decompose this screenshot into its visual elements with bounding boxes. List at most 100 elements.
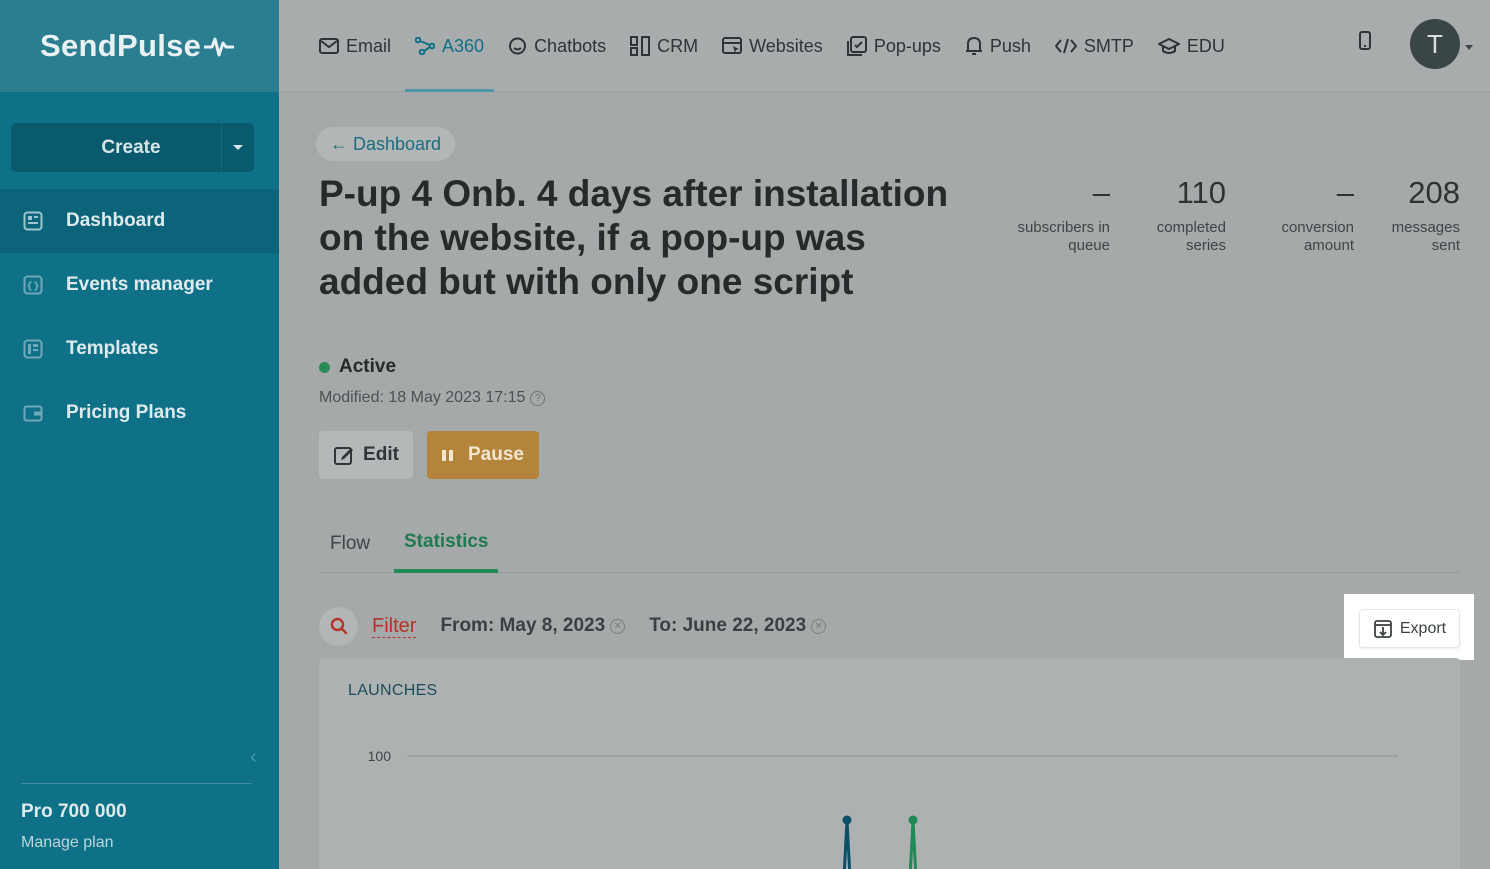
nav-label: SMTP bbox=[1083, 35, 1134, 56]
to-date-text: To: June 22, 2023 bbox=[649, 615, 807, 636]
tab-statistics[interactable]: Statistics bbox=[394, 514, 499, 573]
nav-websites[interactable]: Websites bbox=[722, 0, 823, 92]
stat-subscribers-in-queue-value: – bbox=[1092, 175, 1110, 210]
nav-crm[interactable]: CRM bbox=[630, 0, 698, 92]
sidebar-item-pricing-plans[interactable]: Pricing Plans bbox=[0, 381, 279, 445]
crm-icon bbox=[630, 36, 651, 56]
graduation-icon bbox=[1157, 37, 1180, 55]
sendpulse-logo[interactable]: SendPulse bbox=[40, 28, 235, 64]
stat-completed-series-label: completed series bbox=[1156, 219, 1226, 254]
clear-from-date-icon[interactable]: ✕ bbox=[610, 618, 626, 634]
from-date-chip[interactable]: From: May 8, 2023 ✕ bbox=[440, 615, 626, 637]
sidebar-item-label: Pricing Plans bbox=[66, 402, 187, 423]
status-dot-icon bbox=[319, 361, 330, 373]
nav-edu[interactable]: EDU bbox=[1157, 0, 1225, 92]
data-point-2[interactable] bbox=[908, 815, 918, 825]
nav-a360[interactable]: A360 bbox=[405, 0, 495, 92]
filter-link[interactable]: Filter bbox=[372, 615, 417, 638]
data-point-1[interactable] bbox=[842, 815, 852, 825]
nav-label: Push bbox=[989, 35, 1031, 56]
sidebar-item-events-manager[interactable]: {} Events manager bbox=[0, 253, 279, 317]
stat-conversion-amount-value: – bbox=[1336, 175, 1354, 210]
sidebar-item-dashboard[interactable]: Dashboard bbox=[0, 189, 279, 253]
sidebar-item-templates[interactable]: Templates bbox=[0, 317, 279, 381]
nav-popups[interactable]: Pop-ups bbox=[846, 0, 941, 92]
automation-icon bbox=[415, 37, 436, 55]
bell-icon bbox=[965, 36, 983, 56]
y-tick-label: 100 bbox=[368, 748, 392, 764]
manage-plan-link[interactable]: Manage plan bbox=[21, 834, 114, 852]
divider bbox=[21, 783, 252, 784]
templates-icon bbox=[22, 338, 44, 360]
nav-email[interactable]: Email bbox=[319, 0, 391, 92]
logo-text: SendPulse bbox=[40, 28, 202, 63]
logo-bar: SendPulse bbox=[0, 0, 279, 92]
help-icon[interactable]: ? bbox=[530, 390, 546, 406]
sidebar-item-label: Dashboard bbox=[66, 210, 166, 231]
search-button[interactable] bbox=[319, 606, 358, 646]
pause-button[interactable]: Pause bbox=[427, 431, 539, 479]
clear-to-date-icon[interactable]: ✕ bbox=[811, 618, 827, 634]
create-button[interactable]: Create bbox=[11, 123, 221, 172]
events-icon: {} bbox=[22, 274, 44, 296]
popup-icon bbox=[846, 36, 867, 56]
avatar[interactable]: T bbox=[1410, 19, 1460, 69]
tab-flow[interactable]: Flow bbox=[330, 514, 370, 573]
sidebar: SendPulse Create Dashboard {} Events man… bbox=[0, 0, 279, 869]
collapse-sidebar-chevron-left-icon[interactable]: ‹ bbox=[250, 746, 257, 769]
search-icon bbox=[330, 617, 347, 635]
launches-chart: 100 bbox=[368, 748, 1398, 869]
chevron-down-icon[interactable] bbox=[1465, 45, 1473, 50]
page-title: P-up 4 Onb. 4 days after installation on… bbox=[319, 173, 949, 302]
nav-label: CRM bbox=[657, 35, 699, 56]
code-icon bbox=[1054, 38, 1077, 54]
nav-label: Websites bbox=[749, 35, 823, 56]
edit-icon bbox=[334, 447, 354, 465]
edit-label: Edit bbox=[363, 444, 399, 465]
nav-label: A360 bbox=[442, 35, 485, 56]
filter-bar: Filter From: May 8, 2023 ✕ To: June 22, … bbox=[319, 606, 850, 646]
sidebar-item-label: Templates bbox=[66, 338, 159, 359]
nav-chatbots[interactable]: Chatbots bbox=[508, 0, 606, 92]
tab-bar: Flow Statistics bbox=[319, 514, 1460, 573]
website-icon bbox=[722, 37, 743, 55]
modified-text: Modified: 18 May 2023 17:15 bbox=[319, 389, 526, 406]
nav-label: EDU bbox=[1186, 35, 1225, 56]
dashboard-icon bbox=[22, 210, 44, 232]
from-date-text: From: May 8, 2023 bbox=[440, 615, 606, 636]
chevron-down-icon bbox=[233, 145, 243, 150]
stat-completed-series-value: 110 bbox=[1176, 175, 1226, 210]
pause-label: Pause bbox=[468, 444, 524, 465]
plan-name: Pro 700 000 bbox=[21, 801, 127, 822]
nav-label: Pop-ups bbox=[873, 35, 941, 56]
create-dropdown-toggle[interactable] bbox=[221, 123, 254, 172]
back-to-dashboard-link[interactable]: ← Dashboard bbox=[316, 127, 456, 161]
stat-subscribers-in-queue-label: subscribers in queue bbox=[1017, 219, 1110, 254]
export-button[interactable]: Export bbox=[1359, 609, 1460, 648]
pulse-icon bbox=[204, 37, 235, 57]
series-line-1 bbox=[842, 819, 852, 869]
to-date-chip[interactable]: To: June 22, 2023 ✕ bbox=[649, 615, 827, 637]
nav-push[interactable]: Push bbox=[965, 0, 1031, 92]
export-label: Export bbox=[1399, 619, 1447, 637]
stat-conversion-amount-label: conversion amount bbox=[1281, 219, 1354, 254]
mail-icon bbox=[319, 38, 339, 54]
pause-icon bbox=[442, 449, 456, 461]
sidebar-item-label: Events manager bbox=[66, 274, 213, 295]
nav-smtp[interactable]: SMTP bbox=[1054, 0, 1134, 92]
top-bar: Email A360 Chatbots CRM Websites Pop-ups… bbox=[279, 0, 1490, 92]
nav-label: Email bbox=[346, 35, 392, 56]
product-nav: Email A360 Chatbots CRM Websites Pop-ups… bbox=[319, 0, 1249, 92]
stat-messages-sent-value: 208 bbox=[1408, 175, 1460, 210]
edit-button[interactable]: Edit bbox=[319, 431, 413, 479]
series-line-2 bbox=[908, 819, 918, 869]
status-text: Active bbox=[339, 356, 397, 377]
stat-messages-sent-label: messages sent bbox=[1391, 219, 1460, 254]
mobile-app-icon[interactable] bbox=[1358, 31, 1372, 56]
sidebar-nav: Dashboard {} Events manager Templates Pr… bbox=[0, 189, 279, 445]
nav-label: Chatbots bbox=[534, 35, 607, 56]
modified-date: Modified: 18 May 2023 17:15 ? bbox=[319, 389, 546, 407]
download-icon bbox=[1373, 619, 1392, 638]
wallet-icon bbox=[22, 402, 44, 424]
status-badge: Active bbox=[319, 356, 396, 378]
